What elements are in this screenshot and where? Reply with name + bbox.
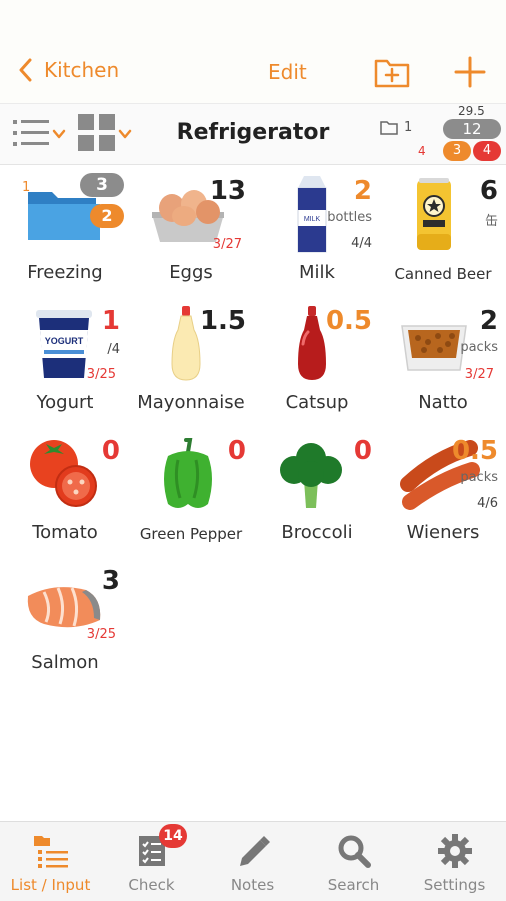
chevron-left-icon xyxy=(19,58,32,82)
tab-notes[interactable]: Notes xyxy=(202,822,303,901)
item-name: Canned Beer xyxy=(394,265,492,283)
item-tile-wieners[interactable]: 0.5 packs 4/6 Wieners xyxy=(380,430,506,558)
item-tile-mayonnaise[interactable]: 1.5 Mayonnaise xyxy=(128,300,254,428)
item-tile-salmon[interactable]: 3 3/25 Salmon xyxy=(2,560,128,688)
summary-total-badge: 12 xyxy=(443,119,501,139)
bottom-tab-bar: List / Input 14 Check Notes Search Setti… xyxy=(0,821,506,901)
item-quantity: 2 xyxy=(479,306,498,336)
yogurt-icon: YOGURT xyxy=(36,310,92,378)
item-tile-broccoli[interactable]: 0 Broccoli xyxy=(254,430,380,558)
summary-red-badge: 4 xyxy=(473,141,501,161)
expiry-date: 3/25 xyxy=(86,367,116,382)
folder-tile-freezing[interactable]: 1 3 2 Freezing xyxy=(2,170,128,298)
item-quantity: 3 xyxy=(101,566,120,596)
item-name: Salmon xyxy=(31,652,99,673)
item-quantity: 2 xyxy=(353,176,372,206)
check-count-badge: 14 xyxy=(159,824,187,848)
tab-settings[interactable]: Settings xyxy=(404,822,505,901)
item-quantity: 0 xyxy=(227,436,246,466)
search-icon xyxy=(338,835,371,868)
item-unit: 缶 xyxy=(484,214,498,229)
folder-total-badge: 3 xyxy=(80,173,124,197)
tomato-icon xyxy=(30,440,97,507)
location-toolbar: Refrigerator 1 29.5 12 4 3 4 xyxy=(0,103,506,165)
item-unit: packs xyxy=(460,470,498,485)
item-fraction: /4 xyxy=(107,342,120,357)
add-folder-icon xyxy=(374,59,410,88)
item-quantity: 0 xyxy=(101,436,120,466)
tab-search[interactable]: Search xyxy=(303,822,404,901)
expiry-date: 3/25 xyxy=(86,627,116,642)
natto-icon xyxy=(401,325,467,371)
tab-label: Settings xyxy=(423,876,486,894)
item-name: Green Pepper xyxy=(139,525,243,543)
item-quantity: 0.5 xyxy=(451,436,498,466)
back-button[interactable]: Kitchen xyxy=(18,58,119,82)
item-name: Eggs xyxy=(169,262,213,283)
summary-orange-badge: 3 xyxy=(443,141,471,161)
item-name: Natto xyxy=(418,392,468,413)
item-name: Catsup xyxy=(285,392,349,413)
item-unit: bottles xyxy=(327,210,372,225)
summary-sub-value: 29.5 xyxy=(458,104,485,118)
pencil-icon xyxy=(240,836,270,866)
catsup-icon xyxy=(298,306,326,380)
tab-label: Notes xyxy=(230,876,275,894)
tab-label: Search xyxy=(327,876,380,894)
item-fraction: 4/6 xyxy=(477,496,498,511)
item-tile-milk[interactable]: MILK 2 bottles 4/4 Milk xyxy=(254,170,380,298)
summary-alert-text: 4 xyxy=(418,144,426,158)
salmon-icon xyxy=(27,587,101,628)
item-quantity: 0.5 xyxy=(325,306,372,336)
item-tile-tomato[interactable]: 0 Tomato xyxy=(2,430,128,558)
add-item-button[interactable] xyxy=(454,56,486,92)
item-quantity: 1 xyxy=(101,306,120,336)
item-name: Milk xyxy=(299,262,335,283)
folder-orange-badge: 2 xyxy=(90,204,124,228)
item-tile-catsup[interactable]: 0.5 Catsup xyxy=(254,300,380,428)
tab-check[interactable]: 14 Check xyxy=(101,822,202,901)
expiry-date: 3/27 xyxy=(464,367,494,382)
item-name: Freezing xyxy=(27,262,103,283)
location-title: Refrigerator xyxy=(176,120,330,145)
item-name: Tomato xyxy=(32,522,98,543)
item-quantity: 13 xyxy=(209,176,246,206)
back-label: Kitchen xyxy=(44,58,120,82)
item-fraction: 4/4 xyxy=(351,236,372,251)
milk-icon: MILK xyxy=(297,176,327,253)
tab-label: List / Input xyxy=(10,876,91,894)
green-pepper-icon xyxy=(164,438,212,508)
beer-can-icon xyxy=(417,178,451,250)
item-tile-green-pepper[interactable]: 0 Green Pepper xyxy=(128,430,254,558)
item-name: Wieners xyxy=(406,522,480,543)
edit-button[interactable]: Edit xyxy=(268,60,307,84)
folder-count: 1 xyxy=(380,120,412,135)
folder-count-value: 1 xyxy=(404,120,413,135)
top-nav-bar: Kitchen Edit xyxy=(0,0,506,103)
item-name: Yogurt xyxy=(36,392,94,413)
svg-text:YOGURT: YOGURT xyxy=(45,336,84,346)
add-folder-button[interactable] xyxy=(374,56,410,92)
gear-icon xyxy=(438,834,472,868)
item-quantity: 6 xyxy=(479,176,498,206)
svg-text:MILK: MILK xyxy=(304,216,321,223)
tab-list-input[interactable]: List / Input xyxy=(0,822,101,901)
item-name: Broccoli xyxy=(281,522,353,543)
item-tile-natto[interactable]: 2 packs 3/27 Natto xyxy=(380,300,506,428)
item-tile-yogurt[interactable]: YOGURT 1 /4 3/25 Yogurt xyxy=(2,300,128,428)
item-quantity: 0 xyxy=(353,436,372,466)
expiry-date: 3/27 xyxy=(212,237,242,252)
item-tile-canned-beer[interactable]: 6 缶 Canned Beer xyxy=(380,170,506,298)
plus-icon xyxy=(454,56,486,88)
folder-outline-icon xyxy=(380,121,398,135)
item-name: Mayonnaise xyxy=(137,392,245,413)
item-tile-eggs[interactable]: 13 3/27 Eggs xyxy=(128,170,254,298)
list-input-icon xyxy=(34,836,68,868)
tab-label: Check xyxy=(128,876,175,894)
item-unit: packs xyxy=(460,340,498,355)
mayonnaise-icon xyxy=(171,306,201,381)
broccoli-icon xyxy=(280,443,342,508)
item-quantity: 1.5 xyxy=(199,306,246,336)
